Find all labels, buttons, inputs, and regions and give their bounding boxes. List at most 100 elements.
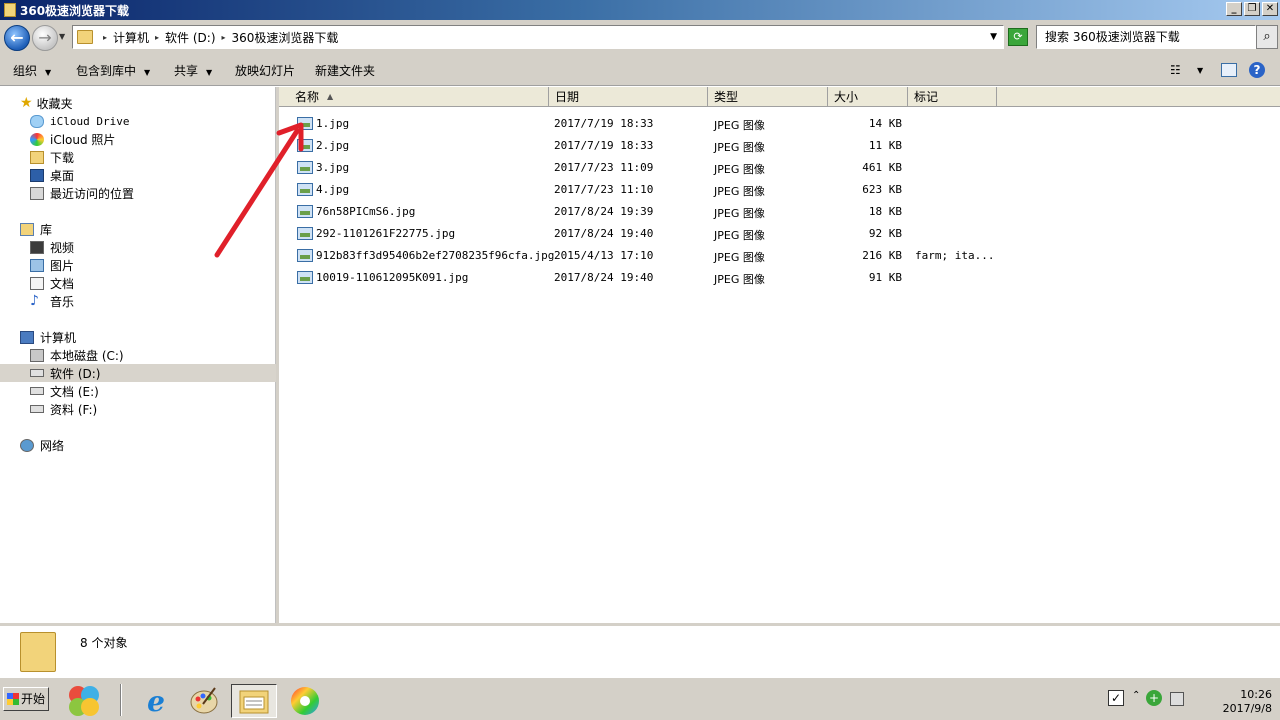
view-options-icon[interactable]: ☷ xyxy=(1170,63,1181,77)
show-hidden-icons-icon[interactable]: ⌃ xyxy=(1132,690,1140,701)
file-date: 2017/7/19 18:33 xyxy=(554,117,654,130)
nav-drive-c[interactable]: 本地磁盘 (C:) xyxy=(30,346,124,364)
nav-pictures[interactable]: 图片 xyxy=(30,256,74,274)
nav-videos-label: 视频 xyxy=(50,240,75,255)
nav-libraries[interactable]: 库 xyxy=(20,220,52,238)
breadcrumb-computer[interactable]: 计算机 xyxy=(113,29,149,46)
file-type: JPEG 图像 xyxy=(714,273,765,286)
maximize-button[interactable]: ❐ xyxy=(1244,2,1260,16)
action-center-icon[interactable]: ✓ xyxy=(1108,690,1124,706)
nav-computer[interactable]: 计算机 xyxy=(20,328,76,346)
table-row[interactable]: 3.jpg 2017/7/23 11:09 JPEG 图像 461 KB xyxy=(279,158,1280,180)
table-row[interactable]: 2.jpg 2017/7/19 18:33 JPEG 图像 11 KB xyxy=(279,136,1280,158)
drive-icon xyxy=(30,405,44,413)
column-header-type[interactable]: 类型 xyxy=(708,87,828,107)
nav-music-label: 音乐 xyxy=(50,294,75,309)
file-name: 912b83ff3d95406b2ef2708235f96cfa.jpg xyxy=(316,249,555,262)
chevron-right-icon[interactable]: ▸ xyxy=(155,33,159,42)
taskbar-app-explorer[interactable] xyxy=(231,684,277,718)
nav-drive-e[interactable]: 文档 (E:) xyxy=(30,382,99,400)
table-row[interactable]: 1.jpg 2017/7/19 18:33 JPEG 图像 14 KB xyxy=(279,114,1280,136)
share-button[interactable]: 共享 ▼ xyxy=(174,62,212,79)
pictures-icon xyxy=(30,258,44,272)
column-header-date[interactable]: 日期 xyxy=(549,87,708,107)
share-label: 共享 xyxy=(174,64,199,78)
table-row[interactable]: 4.jpg 2017/7/23 11:10 JPEG 图像 623 KB xyxy=(279,180,1280,202)
nav-icloud-drive[interactable]: iCloud Drive xyxy=(30,112,129,130)
column-header-filler xyxy=(997,87,1280,107)
file-type: JPEG 图像 xyxy=(714,119,765,132)
file-name: 3.jpg xyxy=(316,161,350,174)
nav-icloud-photos[interactable]: iCloud 照片 xyxy=(30,130,115,148)
green-plus-icon[interactable]: + xyxy=(1146,690,1162,706)
chevron-down-icon[interactable]: ▼ xyxy=(990,32,997,42)
chevron-right-icon[interactable]: ▸ xyxy=(103,33,107,42)
folder-icon xyxy=(77,30,93,44)
nav-recent[interactable]: 最近访问的位置 xyxy=(30,184,134,202)
nav-desktop[interactable]: 桌面 xyxy=(30,166,74,184)
nav-favorites-label: 收藏夹 xyxy=(36,96,73,111)
colorful-circles-icon xyxy=(69,686,99,716)
cloud-icon xyxy=(30,114,44,128)
refresh-button[interactable]: ⟳ xyxy=(1008,28,1028,46)
include-library-button[interactable]: 包含到库中 ▼ xyxy=(76,62,150,79)
nav-favorites[interactable]: ★ 收藏夹 xyxy=(20,94,73,112)
taskbar-app-ie[interactable]: e xyxy=(136,684,176,718)
file-size: 92 KB xyxy=(868,227,902,240)
taskbar-app-360browser[interactable] xyxy=(285,684,325,718)
column-header-name[interactable]: 名称 ▲ xyxy=(279,87,549,107)
breadcrumb-drive[interactable]: 软件 (D:) xyxy=(165,29,215,46)
chevron-right-icon[interactable]: ▸ xyxy=(222,33,226,42)
nav-drive-d[interactable]: 软件 (D:) xyxy=(0,364,276,382)
file-name: 2.jpg xyxy=(316,139,350,152)
table-row[interactable]: 292-1101261F22775.jpg 2017/8/24 19:40 JPEG… xyxy=(279,224,1280,246)
back-button[interactable]: ← xyxy=(4,25,30,51)
breadcrumb-folder[interactable]: 360极速浏览器下载 xyxy=(232,29,339,46)
clock-time: 10:26 xyxy=(1240,688,1272,701)
nav-drive-d-label: 软件 (D:) xyxy=(50,366,101,381)
forward-button[interactable]: → xyxy=(32,25,58,51)
preview-pane-icon[interactable] xyxy=(1221,63,1237,77)
address-bar[interactable]: ▸ 计算机 ▸ 软件 (D:) ▸ 360极速浏览器下载 ▼ xyxy=(72,25,1004,49)
recent-places-icon xyxy=(30,186,44,200)
column-header-size[interactable]: 大小 xyxy=(828,87,908,107)
taskbar-divider xyxy=(120,684,122,716)
slideshow-button[interactable]: 放映幻灯片 xyxy=(235,62,295,79)
close-button[interactable]: ✕ xyxy=(1262,2,1278,16)
file-size: 216 KB xyxy=(862,249,902,262)
file-size: 91 KB xyxy=(868,271,902,284)
nav-documents[interactable]: 文档 xyxy=(30,274,74,292)
file-list: 名称 ▲ 日期 类型 大小 标记 1.jpg 2017/7/19 18:33 JPE… xyxy=(214,87,1280,623)
nav-videos[interactable]: 视频 xyxy=(30,238,74,256)
help-icon[interactable]: ? xyxy=(1249,62,1265,78)
taskbar-app-paint[interactable] xyxy=(184,684,224,718)
nav-network[interactable]: 网络 xyxy=(20,436,64,454)
address-row: ← → ▼ ▸ 计算机 ▸ 软件 (D:) ▸ 360极速浏览器下载 ▼ ⟳ 搜… xyxy=(0,20,1280,54)
table-row[interactable]: 76n58PICmS6.jpg 2017/8/24 19:39 JPEG 图像 18 … xyxy=(279,202,1280,224)
table-row[interactable]: 10019-110612095K091.jpg 2017/8/24 19:40 JP… xyxy=(279,268,1280,290)
nav-downloads[interactable]: 下载 xyxy=(30,148,74,166)
table-row[interactable]: 912b83ff3d95406b2ef2708235f96cfa.jpg 2015… xyxy=(279,246,1280,268)
network-tray-icon[interactable] xyxy=(1170,692,1184,706)
column-header-tags[interactable]: 标记 xyxy=(908,87,997,107)
nav-music[interactable]: ♪ 音乐 xyxy=(30,292,74,310)
include-library-label: 包含到库中 xyxy=(76,64,137,78)
start-button[interactable]: 开始 xyxy=(3,687,49,711)
chevron-down-icon[interactable]: ▼ xyxy=(1197,66,1203,75)
taskbar-app-circles[interactable] xyxy=(64,684,104,718)
new-folder-button[interactable]: 新建文件夹 xyxy=(315,62,375,79)
minimize-button[interactable]: _ xyxy=(1226,2,1242,16)
file-name: 4.jpg xyxy=(316,183,350,196)
clock[interactable]: 10:26 2017/9/8 xyxy=(1223,688,1272,716)
search-icon[interactable]: ⌕ xyxy=(1256,25,1278,49)
nav-icloud-photos-label: iCloud 照片 xyxy=(50,132,116,147)
drive-icon xyxy=(30,369,44,377)
photos-icon xyxy=(30,132,44,146)
nav-drive-f[interactable]: 资料 (F:) xyxy=(30,400,97,418)
organize-button[interactable]: 组织 ▼ xyxy=(13,62,51,79)
search-input[interactable]: 搜索 360极速浏览器下载 xyxy=(1036,25,1256,49)
history-dropdown-icon[interactable]: ▼ xyxy=(59,32,65,41)
organize-label: 组织 xyxy=(13,64,38,78)
system-drive-icon xyxy=(30,348,44,362)
file-date: 2017/7/19 18:33 xyxy=(554,139,654,152)
